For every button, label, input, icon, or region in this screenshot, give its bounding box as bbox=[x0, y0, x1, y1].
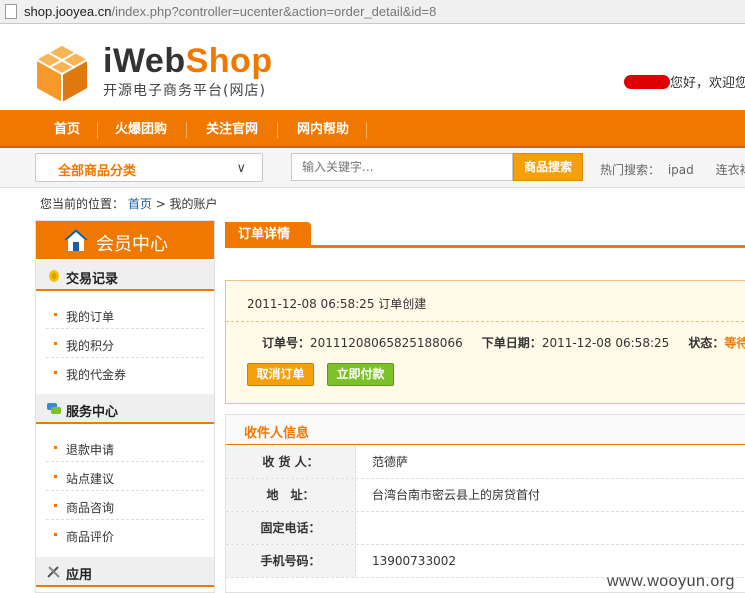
sidebar-item-label: 商品评价 bbox=[66, 530, 115, 544]
nav-separator bbox=[277, 122, 278, 138]
row-label: 地 址： bbox=[226, 479, 356, 511]
order-no-value: 20111208065825188066 bbox=[310, 336, 463, 350]
logo-cube-icon[interactable] bbox=[33, 44, 91, 102]
breadcrumb: 您当前的位置： 首页 > 我的账户 bbox=[40, 195, 218, 212]
receiver-info-title: 收件人信息 bbox=[244, 426, 310, 441]
search-input[interactable] bbox=[291, 153, 513, 181]
receiver-info-header: 收件人信息 bbox=[226, 415, 745, 445]
sidebar-item-label: 退款申请 bbox=[66, 443, 115, 457]
chevron-down-icon: ∨ bbox=[236, 161, 246, 176]
sidebar-group-title: 应用 bbox=[66, 568, 93, 583]
bullet-icon bbox=[54, 533, 57, 536]
sidebar-item-my-orders[interactable]: 我的订单 bbox=[36, 300, 214, 329]
sidebar-item-label: 商品咨询 bbox=[66, 501, 115, 515]
tools-icon bbox=[47, 566, 60, 578]
order-date-label: 下单日期： bbox=[481, 336, 542, 350]
sidebar-item-label: 我的积分 bbox=[66, 339, 115, 353]
brand-slogan: 开源电子商务平台(网店) bbox=[103, 83, 266, 99]
member-sidebar: 会员中心 交易记录 我的订单 我的积分 我的代金券 服务中心 退款申请 站点建议… bbox=[35, 220, 215, 593]
pay-now-button[interactable]: 立即付款 bbox=[327, 363, 394, 386]
sidebar-group-service: 服务中心 bbox=[36, 394, 214, 424]
sidebar-item-label: 我的代金券 bbox=[66, 368, 127, 382]
categories-label: 全部商品分类 bbox=[58, 164, 137, 179]
sidebar-item-my-points[interactable]: 我的积分 bbox=[36, 329, 214, 358]
hot-search-label: 热门搜索： bbox=[600, 163, 661, 177]
sidebar-group-title: 服务中心 bbox=[66, 405, 119, 420]
chat-bubbles-icon bbox=[47, 403, 61, 414]
search-bar-row: 全部商品分类 ∨ 商品搜索 热门搜索： ipad 连衣裙 bbox=[0, 148, 745, 188]
page-icon bbox=[5, 4, 17, 19]
hot-keyword-link[interactable]: ipad bbox=[668, 163, 694, 177]
browser-address-bar[interactable]: shop.jooyea.cn/index.php?controller=ucen… bbox=[0, 0, 745, 24]
sidebar-item-label: 我的订单 bbox=[66, 310, 115, 324]
sidebar-item-product-inquiry[interactable]: 商品咨询 bbox=[36, 491, 214, 520]
receiver-row-name: 收 货 人： 范德萨 bbox=[226, 446, 745, 479]
welcome-text: 您好，欢迎您来 bbox=[670, 76, 745, 91]
search-button[interactable]: 商品搜索 bbox=[513, 153, 583, 181]
watermark: www.wooyun.org bbox=[607, 573, 735, 590]
breadcrumb-current: > 我的账户 bbox=[155, 197, 218, 211]
order-date-value: 2011-12-08 06:58:25 bbox=[541, 336, 670, 350]
bullet-icon bbox=[54, 371, 57, 374]
nav-home[interactable]: 首页 bbox=[54, 110, 80, 148]
row-label: 收 货 人： bbox=[226, 446, 356, 478]
order-meta: 订单号：20111208065825188066 下单日期：2011-12-08… bbox=[262, 334, 745, 351]
nav-help[interactable]: 网内帮助 bbox=[297, 110, 349, 148]
row-value: 范德萨 bbox=[372, 455, 409, 469]
brand-suffix: Shop bbox=[185, 42, 273, 80]
row-value: 台湾台南市密云县上的房贷首付 bbox=[372, 488, 541, 502]
sidebar-group-title: 交易记录 bbox=[66, 272, 119, 287]
url-path: /index.php?controller=ucenter&action=ord… bbox=[111, 4, 437, 19]
hot-searches: 热门搜索： ipad 连衣裙 bbox=[600, 161, 745, 178]
sidebar-item-my-vouchers[interactable]: 我的代金券 bbox=[36, 358, 214, 387]
member-center-header: 会员中心 bbox=[36, 221, 214, 259]
bullet-icon bbox=[54, 313, 57, 316]
bullet-icon bbox=[54, 504, 57, 507]
tab-order-detail[interactable]: 订单详情 bbox=[225, 222, 311, 248]
sidebar-item-product-review[interactable]: 商品评价 bbox=[36, 520, 214, 549]
bullet-icon bbox=[54, 342, 57, 345]
nav-separator bbox=[366, 122, 367, 138]
hot-keyword-link[interactable]: 连衣裙 bbox=[716, 163, 745, 177]
cancel-order-button[interactable]: 取消订单 bbox=[247, 363, 314, 386]
bullet-icon bbox=[54, 475, 57, 478]
breadcrumb-home-link[interactable]: 首页 bbox=[128, 197, 152, 211]
nav-separator bbox=[186, 122, 187, 138]
nav-official-site[interactable]: 关注官网 bbox=[206, 110, 258, 148]
brand-logo-text[interactable]: iWebShop bbox=[103, 42, 273, 81]
order-created-text: 订单创建 bbox=[378, 297, 427, 311]
member-center-title: 会员中心 bbox=[96, 234, 168, 255]
sidebar-group-trade: 交易记录 bbox=[36, 261, 214, 291]
sidebar-item-label: 站点建议 bbox=[66, 472, 115, 486]
row-label: 手机号码： bbox=[226, 545, 356, 577]
main-nav: 首页 火爆团购 关注官网 网内帮助 bbox=[0, 110, 745, 148]
sidebar-item-refund[interactable]: 退款申请 bbox=[36, 433, 214, 462]
receiver-row-phone: 固定电话： bbox=[226, 512, 745, 545]
all-categories-dropdown[interactable]: 全部商品分类 ∨ bbox=[35, 153, 263, 182]
order-created-time: 2011-12-08 06:58:25 bbox=[247, 297, 375, 311]
order-status-value: 等待付款 bbox=[724, 336, 745, 350]
order-created-line: 2011-12-08 06:58:25 订单创建 bbox=[247, 295, 426, 312]
sidebar-item-suggestions[interactable]: 站点建议 bbox=[36, 462, 214, 491]
coin-icon bbox=[49, 270, 59, 282]
order-status-label: 状态： bbox=[688, 336, 725, 350]
bullet-icon bbox=[54, 446, 57, 449]
nav-group-buy[interactable]: 火爆团购 bbox=[115, 110, 167, 148]
receiver-row-address: 地 址： 台湾台南市密云县上的房贷首付 bbox=[226, 479, 745, 512]
home-icon bbox=[64, 229, 88, 251]
url-host: shop.jooyea.cn bbox=[24, 4, 112, 19]
breadcrumb-prefix: 您当前的位置： bbox=[40, 197, 125, 211]
brand-prefix: iWeb bbox=[103, 42, 186, 80]
url-text[interactable]: shop.jooyea.cn/index.php?controller=ucen… bbox=[24, 4, 436, 19]
sidebar-group-apps: 应用 bbox=[36, 557, 214, 587]
receiver-info-panel: 收件人信息 收 货 人： 范德萨 地 址： 台湾台南市密云县上的房贷首付 固定电… bbox=[225, 414, 745, 593]
order-summary-box: 2011-12-08 06:58:25 订单创建 订单号：20111208065… bbox=[225, 280, 745, 404]
redacted-username bbox=[624, 75, 670, 89]
row-value: 13900733002 bbox=[372, 554, 456, 568]
row-label: 固定电话： bbox=[226, 512, 356, 544]
welcome-message: 您好，欢迎您来 bbox=[624, 72, 745, 91]
order-no-label: 订单号： bbox=[262, 336, 311, 350]
nav-separator bbox=[97, 122, 98, 138]
